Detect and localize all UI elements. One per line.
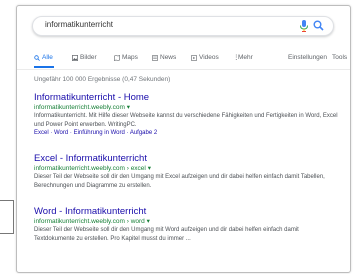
result-title[interactable]: Word - Informatikunterricht [34, 206, 339, 217]
result-stats: Ungefähr 100 000 Ergebnisse (0,47 Sekund… [34, 76, 171, 83]
result-url-text: informatikunterricht.weebly.com › word [34, 218, 145, 225]
video-icon [191, 54, 197, 61]
tab-videos-label: Videos [199, 54, 219, 61]
result-snippet: Informatikunterricht. Mit Hilfe dieser W… [34, 113, 338, 128]
result-title[interactable]: Informatikunterricht - Home [34, 92, 339, 103]
microphone-icon[interactable] [299, 20, 309, 32]
result-snippet: Dieser Teil der Webseite soll dir den Um… [34, 227, 299, 242]
more-icon: ⋮ [233, 53, 240, 61]
settings-label: Einstellungen [288, 54, 328, 61]
search-result: Word - Informatikunterricht informatikun… [34, 206, 339, 243]
settings-link[interactable]: Einstellungen [288, 54, 327, 61]
search-icon [34, 54, 40, 61]
result-url[interactable]: informatikunterricht.weebly.com › word ▾ [34, 217, 339, 226]
tab-news[interactable]: News [152, 54, 176, 61]
tab-more[interactable]: ⋮ Mehr [233, 54, 253, 61]
result-url[interactable]: informatikunterricht.weebly.com ▾ [34, 103, 339, 112]
tab-images[interactable]: Bilder [72, 54, 97, 61]
search-result: Excel - Informatikunterricht informatiku… [34, 153, 339, 190]
active-tab-indicator [34, 66, 54, 68]
tools-label: Tools [332, 54, 348, 61]
tab-maps-label: Maps [122, 54, 138, 61]
browser-window: informatikunterricht Alle Bilder Maps Ne… [16, 5, 351, 273]
search-tabs: Alle Bilder Maps News Videos ⋮ Mehr Eins… [34, 54, 347, 68]
dropdown-arrow-icon[interactable]: ▾ [148, 165, 151, 172]
map-icon [114, 54, 120, 61]
side-tab [0, 200, 14, 234]
tabs-divider [17, 69, 350, 70]
result-title[interactable]: Excel - Informatikunterricht [34, 153, 339, 164]
result-url-text: informatikunterricht.weebly.com [34, 104, 125, 111]
search-bar[interactable]: informatikunterricht [32, 16, 334, 36]
search-icon[interactable] [313, 20, 324, 31]
tools-link[interactable]: Tools [332, 54, 347, 61]
tab-maps[interactable]: Maps [114, 54, 138, 61]
image-icon [72, 54, 78, 61]
tab-all-label: Alle [42, 54, 53, 61]
result-sitelinks[interactable]: Excel · Word · Einführung in Word · Aufg… [34, 129, 339, 138]
news-icon [152, 54, 158, 61]
result-url-text: informatikunterricht.weebly.com › excel [34, 165, 146, 172]
tab-images-label: Bilder [80, 54, 97, 61]
tab-all[interactable]: Alle [34, 54, 53, 61]
search-result: Informatikunterricht - Home informatikun… [34, 92, 339, 138]
result-url[interactable]: informatikunterricht.weebly.com › excel … [34, 164, 339, 173]
tab-more-label: Mehr [238, 54, 253, 61]
result-snippet: Dieser Teil der Webseite soll dir den Um… [34, 174, 325, 189]
dropdown-arrow-icon[interactable]: ▾ [127, 104, 130, 111]
dropdown-arrow-icon[interactable]: ▾ [147, 218, 150, 225]
search-input[interactable]: informatikunterricht [45, 20, 113, 29]
tab-videos[interactable]: Videos [191, 54, 219, 61]
tab-news-label: News [160, 54, 177, 61]
